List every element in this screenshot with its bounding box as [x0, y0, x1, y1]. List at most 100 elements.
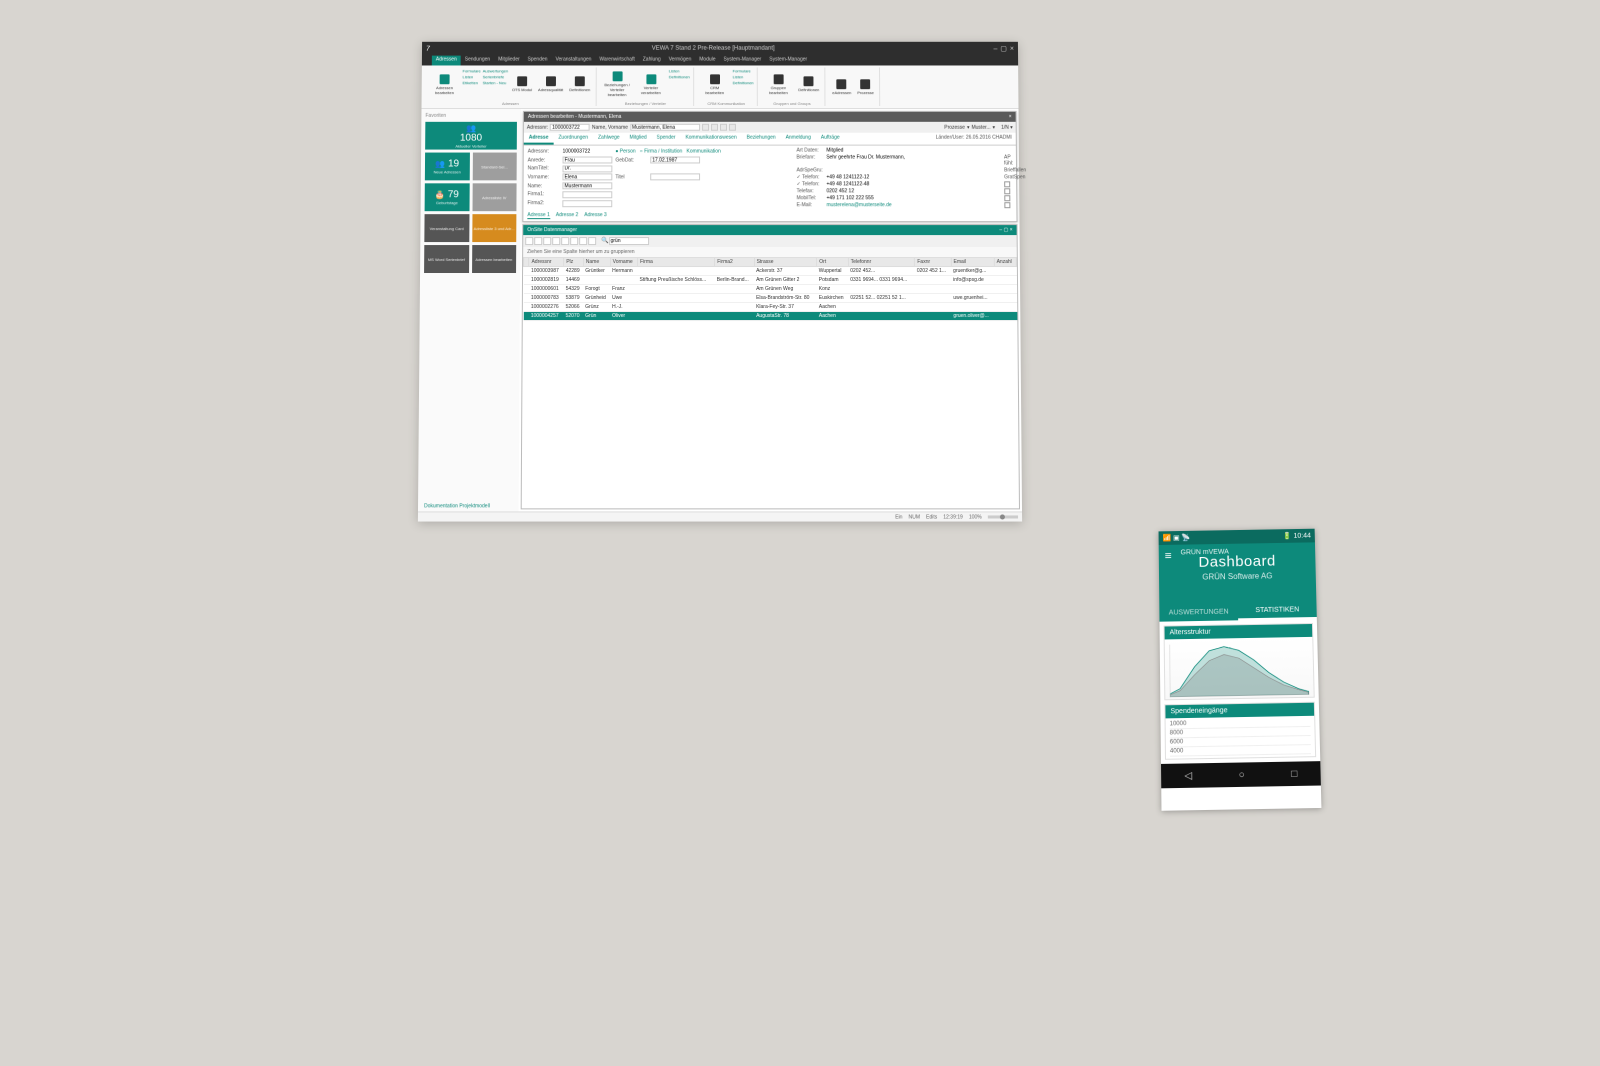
- zoom-slider[interactable]: [988, 515, 1018, 518]
- gruppen-button[interactable]: Gruppen bearbeiten: [763, 67, 795, 101]
- addr-subtab-1[interactable]: Adresse 1: [527, 212, 550, 219]
- gruppen-def-button[interactable]: Definitionen: [796, 67, 821, 101]
- titel-input[interactable]: [650, 174, 700, 181]
- crm-button[interactable]: CRM bearbeiten: [699, 67, 731, 101]
- table-row[interactable]: 100000281914469Stiftung Preußische Schlö…: [523, 276, 1016, 285]
- tab-beziehungen[interactable]: Beziehungen: [742, 133, 781, 145]
- column-header[interactable]: Telefonnr: [848, 258, 915, 267]
- prozesse-button[interactable]: Prozesse: [855, 67, 876, 106]
- starten-link[interactable]: Starten - Neu: [483, 80, 508, 85]
- listen-link2[interactable]: Listen: [669, 68, 690, 73]
- tab-zuordnungen[interactable]: Zuordnungen: [553, 133, 593, 145]
- field-value[interactable]: musterelena@musterseite.de: [826, 202, 1002, 208]
- tile-adressliste-3[interactable]: Adressliste 3 und Adr...: [472, 214, 517, 242]
- tab-adresse[interactable]: Adresse: [524, 133, 554, 145]
- column-header[interactable]: Vorname: [610, 258, 637, 267]
- dm-button[interactable]: [561, 237, 569, 245]
- tile-adressen-bearbeiten[interactable]: Adressen bearbeiten: [472, 245, 517, 273]
- tile-aktueller-verteiler[interactable]: 👥 1080 Aktueller Verteiler: [425, 122, 517, 150]
- tab-statistiken[interactable]: STATISTIKEN: [1238, 601, 1317, 620]
- tab-kommunikation[interactable]: Kommunikationswesen: [680, 133, 741, 145]
- dm-button[interactable]: [552, 237, 560, 245]
- verteiler-button[interactable]: Verteiler verarbeiten: [635, 67, 667, 101]
- beziehungen-button[interactable]: Beziehungen / Verteiler bearbeiten: [601, 67, 633, 101]
- close-icon[interactable]: ×: [1010, 45, 1014, 52]
- toolbar-button[interactable]: [702, 124, 709, 131]
- tab-zahlwege[interactable]: Zahlwege: [593, 133, 625, 145]
- column-header[interactable]: Name: [583, 258, 610, 267]
- dm-search-input[interactable]: [610, 237, 650, 245]
- table-row[interactable]: 100000078353879GrünheidUweElsa-Brandströ…: [523, 293, 1016, 302]
- dm-button[interactable]: [588, 237, 596, 245]
- table-row[interactable]: 100000227652066GrünzH.-J.Klara-Fey-Str. …: [523, 303, 1016, 312]
- adressen-bearbeiten-button[interactable]: Adressen bearbeiten: [429, 67, 461, 101]
- definitionen-link2[interactable]: Definitionen: [669, 74, 690, 79]
- tile-msword[interactable]: MS Word Serienbrief: [424, 245, 469, 273]
- minimize-icon[interactable]: –: [993, 45, 997, 52]
- dm-button[interactable]: [579, 237, 587, 245]
- auswertungen-link[interactable]: Auswertungen: [483, 68, 508, 73]
- close-icon[interactable]: ×: [1010, 227, 1013, 233]
- namtitel-input[interactable]: [562, 165, 612, 172]
- menu-module[interactable]: Module: [695, 56, 719, 66]
- crm-listen-link[interactable]: Listen: [733, 74, 754, 79]
- column-header[interactable]: Firma: [638, 258, 715, 267]
- menu-adressen[interactable]: Adressen: [432, 56, 461, 66]
- menu-veranstaltungen[interactable]: Veranstaltungen: [551, 56, 595, 66]
- gebdat-input[interactable]: [650, 157, 700, 164]
- menu-systemmanager2[interactable]: System-Manager: [765, 56, 811, 66]
- menu-systemmanager[interactable]: System-Manager: [720, 56, 766, 66]
- serienbriefe-link[interactable]: Serienbriefe: [483, 74, 508, 79]
- nav-home-icon[interactable]: ○: [1239, 769, 1245, 780]
- maximize-icon[interactable]: ▢: [1000, 45, 1007, 53]
- column-header[interactable]: Plz: [564, 258, 584, 267]
- muster-dropdown[interactable]: Muster...: [971, 124, 990, 130]
- dm-button[interactable]: [570, 237, 578, 245]
- menu-mitglieder[interactable]: Mitglieder: [494, 56, 524, 66]
- minimize-icon[interactable]: –: [999, 227, 1002, 233]
- checkbox[interactable]: [1004, 195, 1010, 201]
- firma1-input[interactable]: [562, 191, 612, 198]
- checkbox[interactable]: [1004, 181, 1010, 187]
- tile-standard-sel[interactable]: Standard-Sel...: [472, 153, 517, 181]
- column-header[interactable]: Anzahl: [994, 258, 1016, 267]
- maximize-icon[interactable]: ▢: [1004, 227, 1009, 233]
- checkbox[interactable]: [1004, 202, 1010, 208]
- nav-back-icon[interactable]: ◁: [1184, 770, 1192, 781]
- menu-sendungen[interactable]: Sendungen: [461, 56, 494, 66]
- nav-recent-icon[interactable]: □: [1291, 768, 1297, 779]
- crm-def-link[interactable]: Definitionen: [733, 80, 754, 85]
- menu-zahlung[interactable]: Zahlung: [639, 56, 665, 66]
- table-row[interactable]: 100000398742289GrüntkerHermannAckerstr. …: [524, 267, 1017, 276]
- column-header[interactable]: Faxnr: [915, 258, 951, 267]
- menu-spenden[interactable]: Spenden: [524, 56, 552, 66]
- table-row[interactable]: 100000060154329ForogtFranzAm Grünen WegK…: [523, 284, 1016, 293]
- toolbar-button[interactable]: [711, 124, 718, 131]
- crm-formulare-link[interactable]: Formulare: [733, 68, 754, 73]
- tile-geburtstage[interactable]: 🎂 79 Geburtstage: [425, 183, 470, 211]
- column-header[interactable]: Adressnr: [529, 258, 564, 267]
- tab-auftraege[interactable]: Aufträge: [816, 133, 845, 145]
- table-row[interactable]: 100000425752070GrünOliverAugustaStr. 78A…: [523, 312, 1017, 321]
- prozesse-dropdown[interactable]: Prozesse: [944, 124, 965, 130]
- etiketten-link[interactable]: Etiketten: [462, 80, 480, 85]
- definitionen-button[interactable]: Definitionen: [567, 67, 592, 101]
- tab-mitglied[interactable]: Mitglied: [625, 133, 652, 145]
- eadressen-button[interactable]: eAdressen: [830, 67, 853, 106]
- addr-subtab-3[interactable]: Adresse 3: [584, 212, 606, 219]
- dm-button[interactable]: [534, 237, 542, 245]
- tab-auswertungen[interactable]: AUSWERTUNGEN: [1159, 603, 1238, 622]
- hamburger-icon[interactable]: ≡: [1165, 549, 1172, 563]
- tile-adressliste-iv[interactable]: Adressliste IV: [472, 183, 517, 211]
- menu-warenwirtschaft[interactable]: Warenwirtschaft: [595, 56, 638, 66]
- listen-link[interactable]: Listen: [463, 74, 481, 79]
- tab-spender[interactable]: Spender: [652, 133, 681, 145]
- column-header[interactable]: Ort: [817, 258, 848, 267]
- vorname-input[interactable]: [562, 174, 612, 181]
- checkbox[interactable]: [1004, 188, 1010, 194]
- adressqualitaet-button[interactable]: Adressqualität: [536, 67, 565, 101]
- adressnr-input[interactable]: [550, 124, 590, 131]
- anrede-input[interactable]: [563, 157, 613, 164]
- dm-button[interactable]: [543, 237, 551, 245]
- menu-vermoegen[interactable]: Vermögen: [665, 56, 696, 66]
